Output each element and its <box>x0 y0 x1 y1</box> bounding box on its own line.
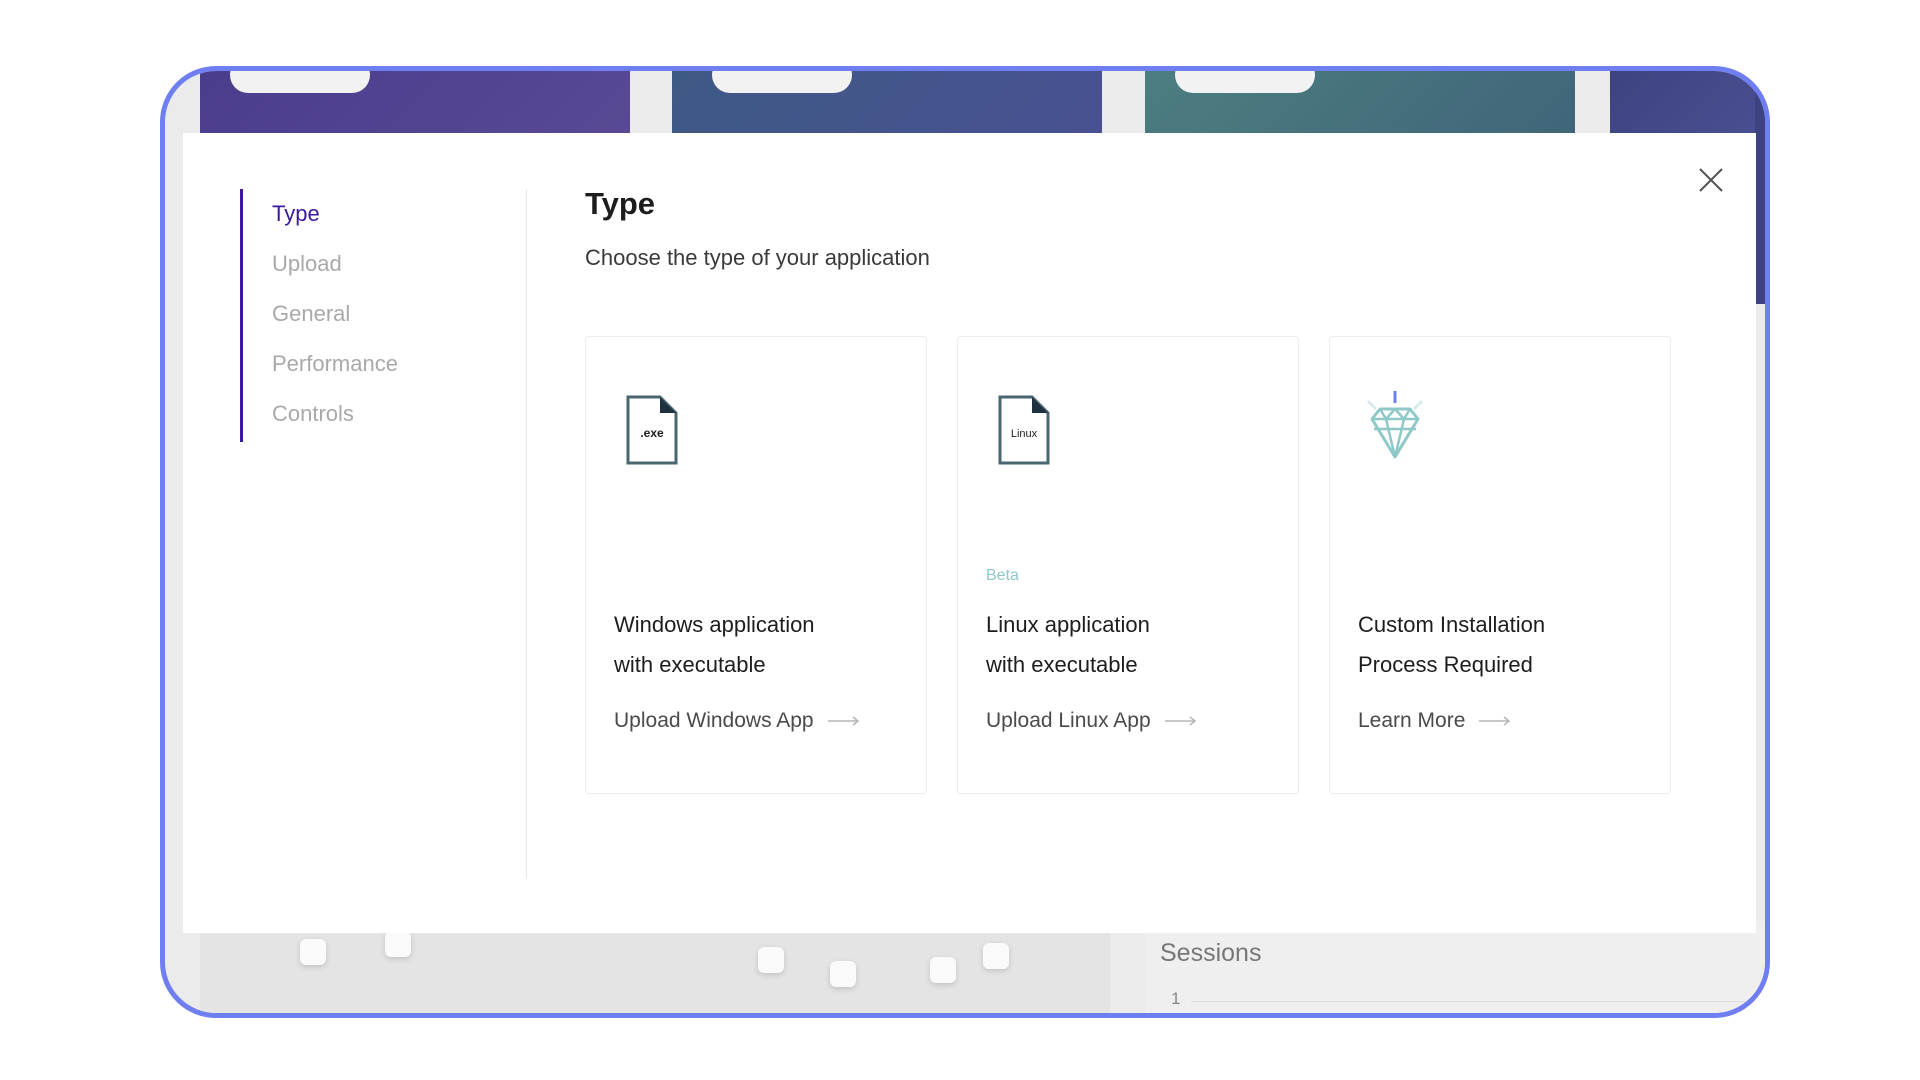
link-label: Upload Linux App <box>986 709 1151 732</box>
map-pin <box>983 943 1009 969</box>
arrow-right-icon <box>1479 716 1511 726</box>
arrow-right-icon <box>827 716 859 726</box>
step-controls[interactable]: Controls <box>272 389 398 439</box>
link-label: Upload Windows App <box>614 709 814 732</box>
card-title-line: Process Required <box>1358 652 1533 677</box>
page-subtitle: Choose the type of your application <box>585 245 930 270</box>
windows-app-card[interactable]: .exe Windows application with executable… <box>585 336 927 794</box>
custom-installation-card[interactable]: Custom Installation Process Required Lea… <box>1329 336 1671 794</box>
map-pin <box>758 947 784 973</box>
linux-icon-text: Linux <box>1011 428 1038 440</box>
step-type[interactable]: Type <box>272 189 398 239</box>
exe-icon-text: .exe <box>640 426 664 440</box>
map-pin <box>300 939 326 965</box>
learn-more-link[interactable]: Learn More <box>1358 709 1511 733</box>
bg-pill <box>1175 71 1315 93</box>
card-title: Windows application with executable <box>614 605 904 685</box>
close-icon[interactable] <box>1694 163 1728 197</box>
card-title-line: Windows application <box>614 612 815 637</box>
step-general[interactable]: General <box>272 289 398 339</box>
map-pin <box>930 957 956 983</box>
beta-badge: Beta <box>986 567 1019 584</box>
map-pin <box>830 961 856 987</box>
card-title-line: with executable <box>986 652 1138 677</box>
card-title-line: Custom Installation <box>1358 612 1546 637</box>
exe-file-icon: .exe <box>626 395 678 465</box>
bg-scrollbar <box>1755 71 1765 304</box>
page-title: Type <box>585 186 656 221</box>
link-label: Learn More <box>1358 709 1466 732</box>
application-type-modal: Type Upload General Performance Controls… <box>183 133 1756 933</box>
bg-world-map <box>200 931 1110 1013</box>
card-title-line: with executable <box>614 652 766 677</box>
step-navigation: Type Upload General Performance Controls <box>240 189 398 442</box>
sessions-tick: 1 <box>1171 989 1181 1008</box>
card-title-line: Linux application <box>986 612 1150 637</box>
nav-divider <box>526 189 527 879</box>
card-title: Linux application with executable <box>986 605 1276 685</box>
bg-tile-4 <box>1610 71 1765 141</box>
sessions-label: Sessions <box>1160 939 1262 967</box>
diamond-icon <box>1366 391 1424 459</box>
bg-pill <box>230 71 370 93</box>
step-performance[interactable]: Performance <box>272 339 398 389</box>
linux-file-icon: Linux <box>998 395 1050 465</box>
linux-app-card[interactable]: Linux Beta Linux application with execut… <box>957 336 1299 794</box>
upload-windows-app-link[interactable]: Upload Windows App <box>614 709 860 733</box>
bg-pill <box>712 71 852 93</box>
map-pin <box>385 931 411 957</box>
sessions-gridline <box>1191 1001 1751 1002</box>
step-upload[interactable]: Upload <box>272 239 398 289</box>
bg-sessions-chart: Sessions 1 <box>1145 921 1765 1013</box>
arrow-right-icon <box>1164 716 1196 726</box>
card-title: Custom Installation Process Required <box>1358 605 1648 685</box>
upload-linux-app-link[interactable]: Upload Linux App <box>986 709 1197 733</box>
